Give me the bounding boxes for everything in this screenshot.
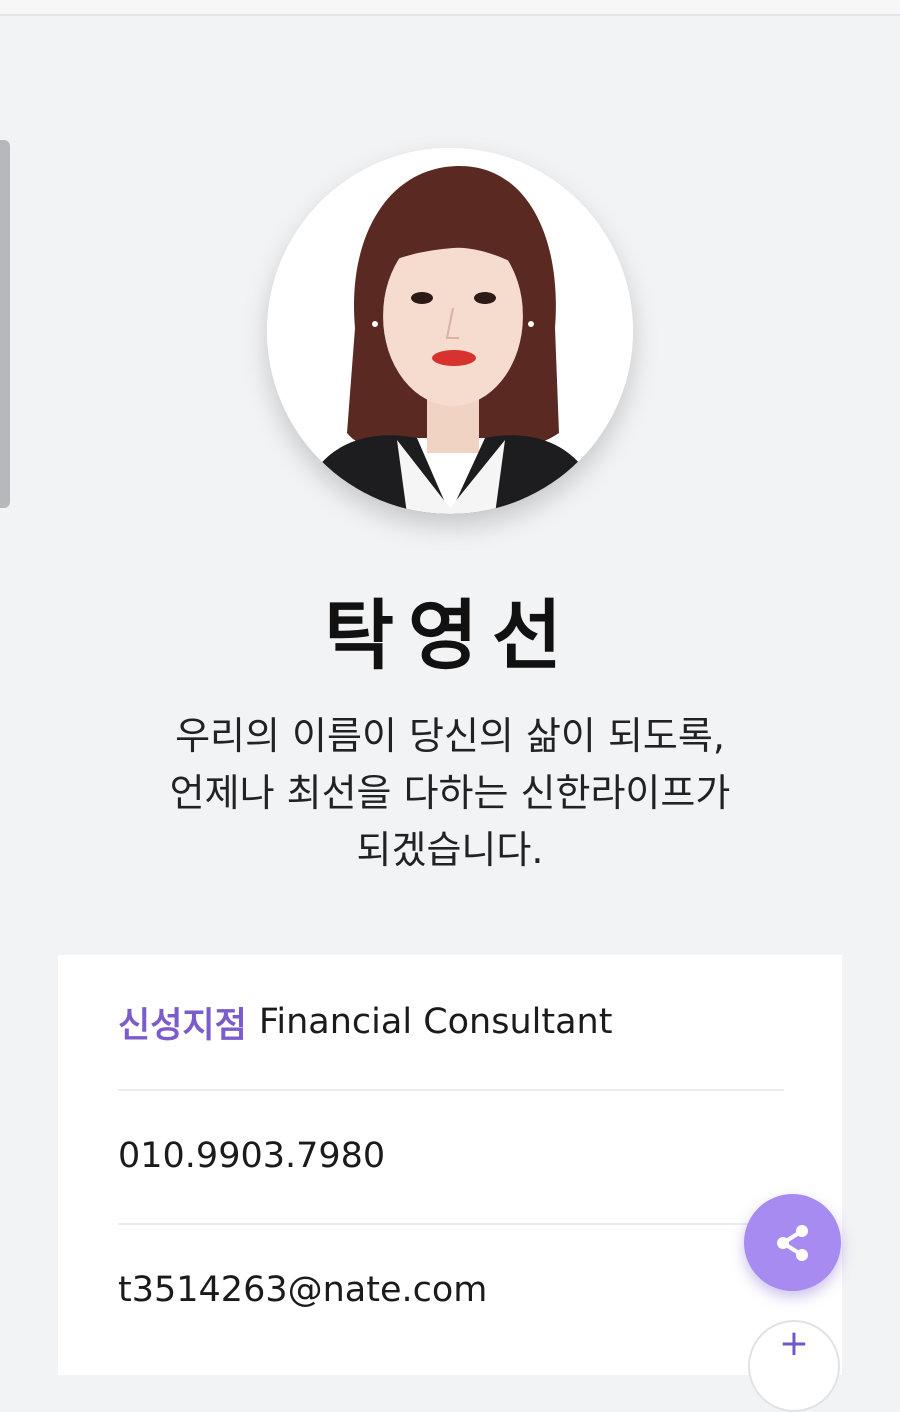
share-icon	[776, 1224, 808, 1261]
profile-name: 탁영선	[324, 591, 576, 680]
tagline-line: 우리의 이름이 당신의 삶이 되도록,	[175, 714, 725, 758]
position-row: 신성지점 Financial Consultant	[118, 955, 784, 1091]
email-address[interactable]: t3514263@nate.com	[118, 1270, 487, 1310]
add-button[interactable]: +	[748, 1320, 840, 1412]
tagline: 우리의 이름이 당신의 삶이 되도록, 언제나 최선을 다하는 신한라이프가 되…	[120, 708, 780, 879]
plus-icon: +	[778, 1323, 810, 1364]
phone-number[interactable]: 010.9903.7980	[118, 1136, 385, 1176]
scrollbar[interactable]	[0, 140, 10, 508]
avatar-photo	[267, 148, 633, 514]
avatar	[267, 148, 633, 514]
phone-row[interactable]: 010.9903.7980	[118, 1089, 784, 1225]
job-title: Financial Consultant	[258, 1002, 613, 1042]
branch-label: 신성지점	[118, 1005, 247, 1046]
share-button[interactable]	[744, 1194, 841, 1291]
tagline-line: 언제나 최선을 다하는 신한라이프가	[169, 771, 731, 815]
top-bar	[0, 0, 900, 16]
tagline-line: 되겠습니다.	[356, 828, 544, 872]
email-row[interactable]: t3514263@nate.com	[118, 1223, 784, 1357]
contact-card: 신성지점 Financial Consultant 010.9903.7980 …	[58, 955, 842, 1375]
